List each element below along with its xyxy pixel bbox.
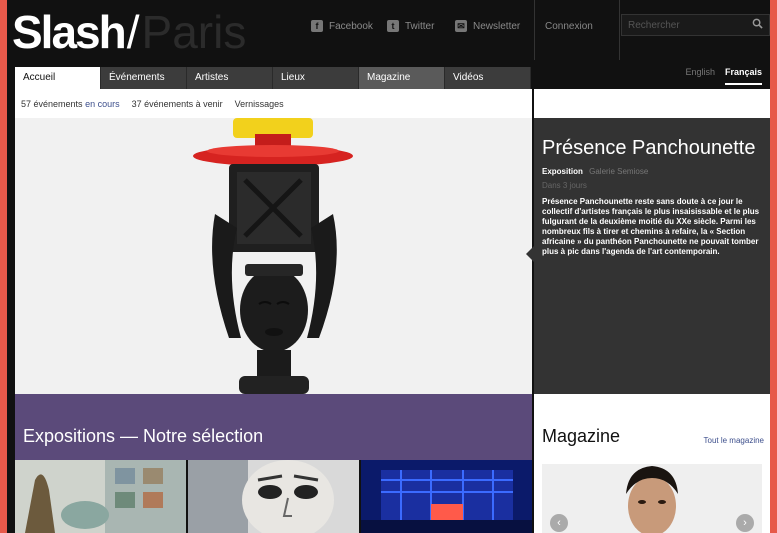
featured-title[interactable]: Présence Panchounette bbox=[542, 138, 761, 159]
twitter-link[interactable]: t Twitter bbox=[387, 20, 434, 32]
tab-videos[interactable]: Vidéos bbox=[445, 67, 531, 89]
newsletter-link[interactable]: ✉ Newsletter bbox=[455, 20, 520, 32]
subbar-right-area bbox=[534, 89, 770, 118]
exposition-thumb[interactable] bbox=[15, 460, 186, 533]
page: Slash/Paris f Facebook t Twitter ✉ Newsl… bbox=[7, 0, 770, 533]
featured-image[interactable] bbox=[15, 118, 532, 394]
twitter-icon: t bbox=[387, 20, 399, 32]
main-nav: Accueil Événements Artistes Lieux Magazi… bbox=[15, 67, 531, 89]
featured-when: Dans 3 jours bbox=[542, 181, 587, 190]
facebook-icon: f bbox=[311, 20, 323, 32]
tab-accueil[interactable]: Accueil bbox=[15, 67, 101, 89]
logo-main: Slash bbox=[12, 6, 127, 58]
site-logo[interactable]: Slash/Paris bbox=[12, 4, 246, 60]
tab-lieux[interactable]: Lieux bbox=[273, 67, 359, 89]
site-header: Slash/Paris f Facebook t Twitter ✉ Newsl… bbox=[7, 0, 770, 63]
lang-english[interactable]: English bbox=[685, 67, 715, 85]
magazine-title: Magazine bbox=[542, 426, 621, 446]
magazine-slide-image bbox=[542, 464, 762, 533]
search-icon[interactable] bbox=[752, 18, 763, 29]
all-magazine-link[interactable]: Tout le magazine bbox=[704, 436, 764, 445]
events-subbar: 57 événements en cours 37 événements à v… bbox=[15, 89, 532, 118]
upcoming-events-link[interactable]: 37 événements à venir bbox=[132, 99, 223, 109]
magazine-prev-button[interactable]: ‹ bbox=[550, 514, 568, 532]
expositions-thumbnails bbox=[15, 460, 532, 533]
featured-meta: Exposition Galerie Semiose bbox=[542, 167, 761, 176]
exposition-thumb-image bbox=[15, 460, 186, 533]
magazine-next-button[interactable]: › bbox=[736, 514, 754, 532]
featured-venue[interactable]: Galerie Semiose bbox=[589, 167, 648, 176]
magazine-slide[interactable] bbox=[542, 464, 762, 533]
exposition-thumb[interactable] bbox=[361, 460, 532, 533]
twitter-label: Twitter bbox=[405, 20, 435, 32]
newsletter-icon: ✉ bbox=[455, 20, 467, 32]
expositions-title: Expositions — Notre sélection bbox=[23, 426, 264, 446]
tab-magazine[interactable]: Magazine bbox=[359, 67, 445, 89]
current-events-suffix: en cours bbox=[85, 98, 120, 109]
vernissages-link[interactable]: Vernissages bbox=[235, 99, 284, 109]
connexion-link[interactable]: Connexion bbox=[534, 0, 620, 60]
exposition-thumb[interactable] bbox=[188, 460, 359, 533]
magazine-section: Magazine Tout le magazine ‹ › bbox=[534, 394, 770, 533]
logo-slash: / bbox=[126, 6, 140, 58]
featured-description: Présence Panchounette reste sans doute à… bbox=[542, 197, 760, 256]
facebook-label: Facebook bbox=[329, 20, 373, 32]
newsletter-label: Newsletter bbox=[473, 20, 521, 32]
expositions-header: Expositions — Notre sélection bbox=[15, 394, 532, 460]
featured-event-panel: Présence Panchounette Exposition Galerie… bbox=[526, 118, 770, 394]
tab-evenements[interactable]: Événements bbox=[101, 67, 187, 89]
search-input[interactable] bbox=[622, 15, 747, 36]
current-events-link[interactable]: 57 événements en cours bbox=[21, 99, 120, 109]
panel-pointer bbox=[526, 246, 534, 262]
logo-city: Paris bbox=[141, 6, 247, 58]
tab-artistes[interactable]: Artistes bbox=[187, 67, 273, 89]
exposition-thumb-image bbox=[361, 460, 532, 533]
exposition-thumb-image bbox=[188, 460, 359, 533]
facebook-link[interactable]: f Facebook bbox=[311, 20, 373, 32]
sculpture-illustration bbox=[15, 118, 532, 394]
featured-kind: Exposition bbox=[542, 167, 583, 176]
language-switcher: English Français bbox=[685, 67, 762, 85]
current-events-count: 57 événements bbox=[21, 98, 83, 109]
lang-francais[interactable]: Français bbox=[724, 67, 762, 85]
search-box bbox=[621, 14, 770, 36]
